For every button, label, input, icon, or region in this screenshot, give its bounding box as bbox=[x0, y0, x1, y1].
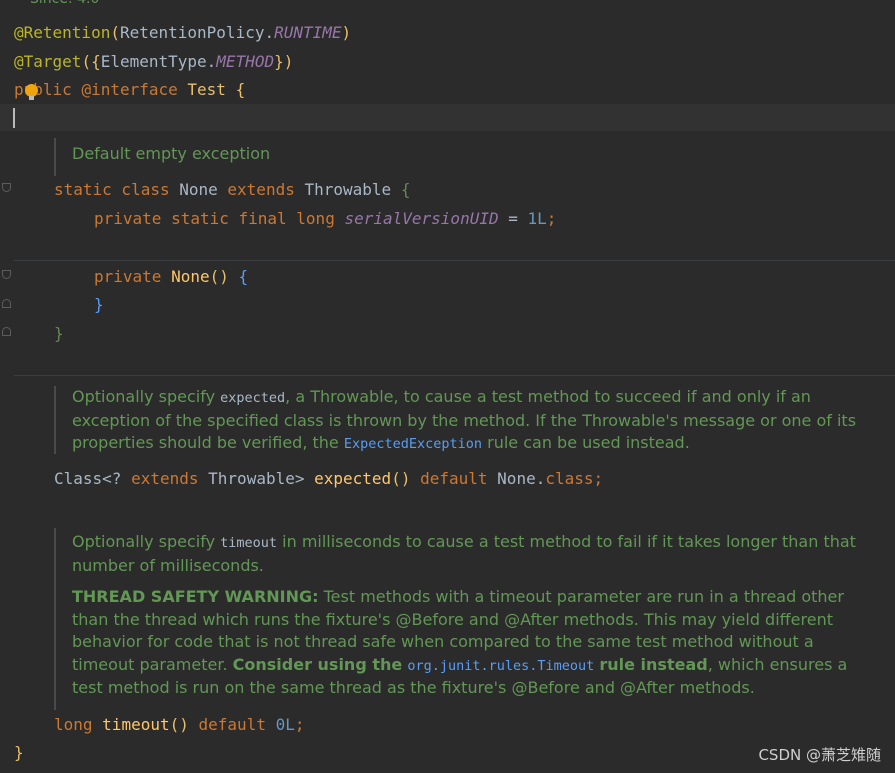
method-name: expected bbox=[314, 469, 392, 488]
class-reference: ElementType. bbox=[100, 52, 217, 71]
brace: { bbox=[235, 80, 246, 99]
annotation-type-name: Test bbox=[187, 80, 226, 99]
doc-link-timeout-rule[interactable]: org.junit.rules.Timeout bbox=[407, 658, 594, 674]
paren: ) bbox=[341, 23, 352, 42]
class-reference: None. bbox=[497, 469, 546, 488]
fold-close-icon[interactable] bbox=[2, 299, 11, 308]
operator: = bbox=[508, 209, 518, 228]
doc-text: Default empty exception bbox=[72, 144, 271, 163]
keyword-static-class: static class bbox=[54, 180, 170, 199]
interface-declaration-line[interactable]: public @interface Test { bbox=[14, 79, 245, 101]
brace: } bbox=[94, 295, 104, 314]
fold-close-icon[interactable] bbox=[2, 327, 11, 336]
doc-link-expected-exception[interactable]: ExpectedException bbox=[344, 436, 482, 452]
method-name: timeout bbox=[102, 715, 170, 734]
keyword-long: long bbox=[54, 715, 93, 734]
doc-text: Optionally specify bbox=[72, 532, 216, 551]
timeout-doc: Optionally specify timeout in millisecon… bbox=[54, 528, 862, 710]
expected-method-line[interactable]: Class<? extends Throwable> expected() de… bbox=[54, 468, 603, 490]
constructor-close-line[interactable]: } bbox=[94, 294, 104, 316]
paren: ( bbox=[110, 23, 120, 42]
retention-annotation-line[interactable]: @Retention(RetentionPolicy.RUNTIME) bbox=[14, 22, 351, 44]
target-annotation-line[interactable]: @Target({ElementType.METHOD}) bbox=[14, 51, 293, 73]
serial-field-line[interactable]: private static final long serialVersionU… bbox=[94, 208, 556, 230]
paren: }) bbox=[274, 52, 294, 71]
intention-lightbulb-icon[interactable] bbox=[25, 84, 38, 100]
doc-text: Optionally specify bbox=[72, 387, 216, 406]
keyword-extends: extends bbox=[227, 180, 295, 199]
timeout-method-line[interactable]: long timeout() default 0L; bbox=[54, 714, 305, 736]
fold-open-icon[interactable] bbox=[2, 183, 11, 192]
keyword-default: default bbox=[420, 469, 488, 488]
timeout-doc-paragraph: Optionally specify timeout in millisecon… bbox=[72, 531, 862, 577]
csdn-watermark: CSDN @萧芝雉随 bbox=[758, 746, 881, 764]
keyword-modifiers: private static final long bbox=[94, 209, 335, 228]
constructor-line[interactable]: private None() { bbox=[94, 266, 248, 288]
paren: ({ bbox=[81, 52, 101, 71]
doc-text: rule can be used instead. bbox=[487, 433, 690, 452]
expected-doc: Optionally specify expected, a Throwable… bbox=[54, 386, 862, 454]
semicolon: ; bbox=[294, 715, 305, 734]
class-name: None bbox=[179, 180, 218, 199]
none-class-line[interactable]: static class None extends Throwable { bbox=[54, 179, 410, 201]
semicolon: ; bbox=[593, 469, 604, 488]
paren: () bbox=[391, 469, 411, 488]
enum-constant: METHOD bbox=[216, 52, 275, 71]
thread-safety-warning-paragraph: THREAD SAFETY WARNING: Test methods with… bbox=[72, 586, 862, 700]
doc-bold: Consider using the bbox=[232, 654, 403, 674]
brace: } bbox=[54, 324, 64, 343]
method-separator bbox=[14, 260, 895, 261]
fold-open-icon[interactable] bbox=[2, 270, 11, 279]
keyword-interface: @interface bbox=[81, 80, 178, 99]
keyword-private: private bbox=[94, 267, 162, 286]
semicolon: ; bbox=[546, 209, 557, 228]
paren: () bbox=[169, 715, 189, 734]
field-name: serialVersionUID bbox=[344, 209, 499, 228]
current-line-highlight bbox=[0, 104, 895, 131]
none-class-close-line[interactable]: } bbox=[54, 323, 64, 345]
doc-code: expected bbox=[220, 390, 286, 406]
none-class-doc: Default empty exception bbox=[54, 138, 872, 176]
doc-bold: rule instead bbox=[599, 654, 708, 674]
number-literal: 1L bbox=[527, 209, 547, 228]
doc-code: timeout bbox=[220, 535, 278, 551]
text-caret bbox=[13, 108, 15, 128]
keyword-extends: extends bbox=[131, 469, 199, 488]
brace: } bbox=[14, 743, 24, 762]
paren: () bbox=[209, 267, 229, 286]
annotation-keyword: @Target bbox=[14, 52, 82, 71]
class-reference: Throwable bbox=[304, 180, 392, 199]
class-reference: Throwable> bbox=[208, 469, 305, 488]
brace: { bbox=[400, 180, 411, 199]
method-separator bbox=[14, 375, 895, 376]
class-reference: RetentionPolicy. bbox=[119, 23, 275, 42]
type-class: Class<? bbox=[54, 469, 122, 488]
brace: { bbox=[238, 267, 249, 286]
number-literal: 0L bbox=[275, 715, 295, 734]
interface-close-line[interactable]: } bbox=[14, 742, 24, 764]
enum-constant: RUNTIME bbox=[274, 23, 342, 42]
constructor-name: None bbox=[171, 267, 210, 286]
keyword-class: class bbox=[545, 469, 594, 488]
annotation-keyword: @Retention bbox=[14, 23, 111, 42]
keyword-public: public bbox=[14, 80, 72, 99]
keyword-default: default bbox=[198, 715, 266, 734]
doc-bold: THREAD SAFETY WARNING: bbox=[72, 587, 319, 606]
since-doc-fragment: Since: 4.0 bbox=[30, 0, 99, 10]
